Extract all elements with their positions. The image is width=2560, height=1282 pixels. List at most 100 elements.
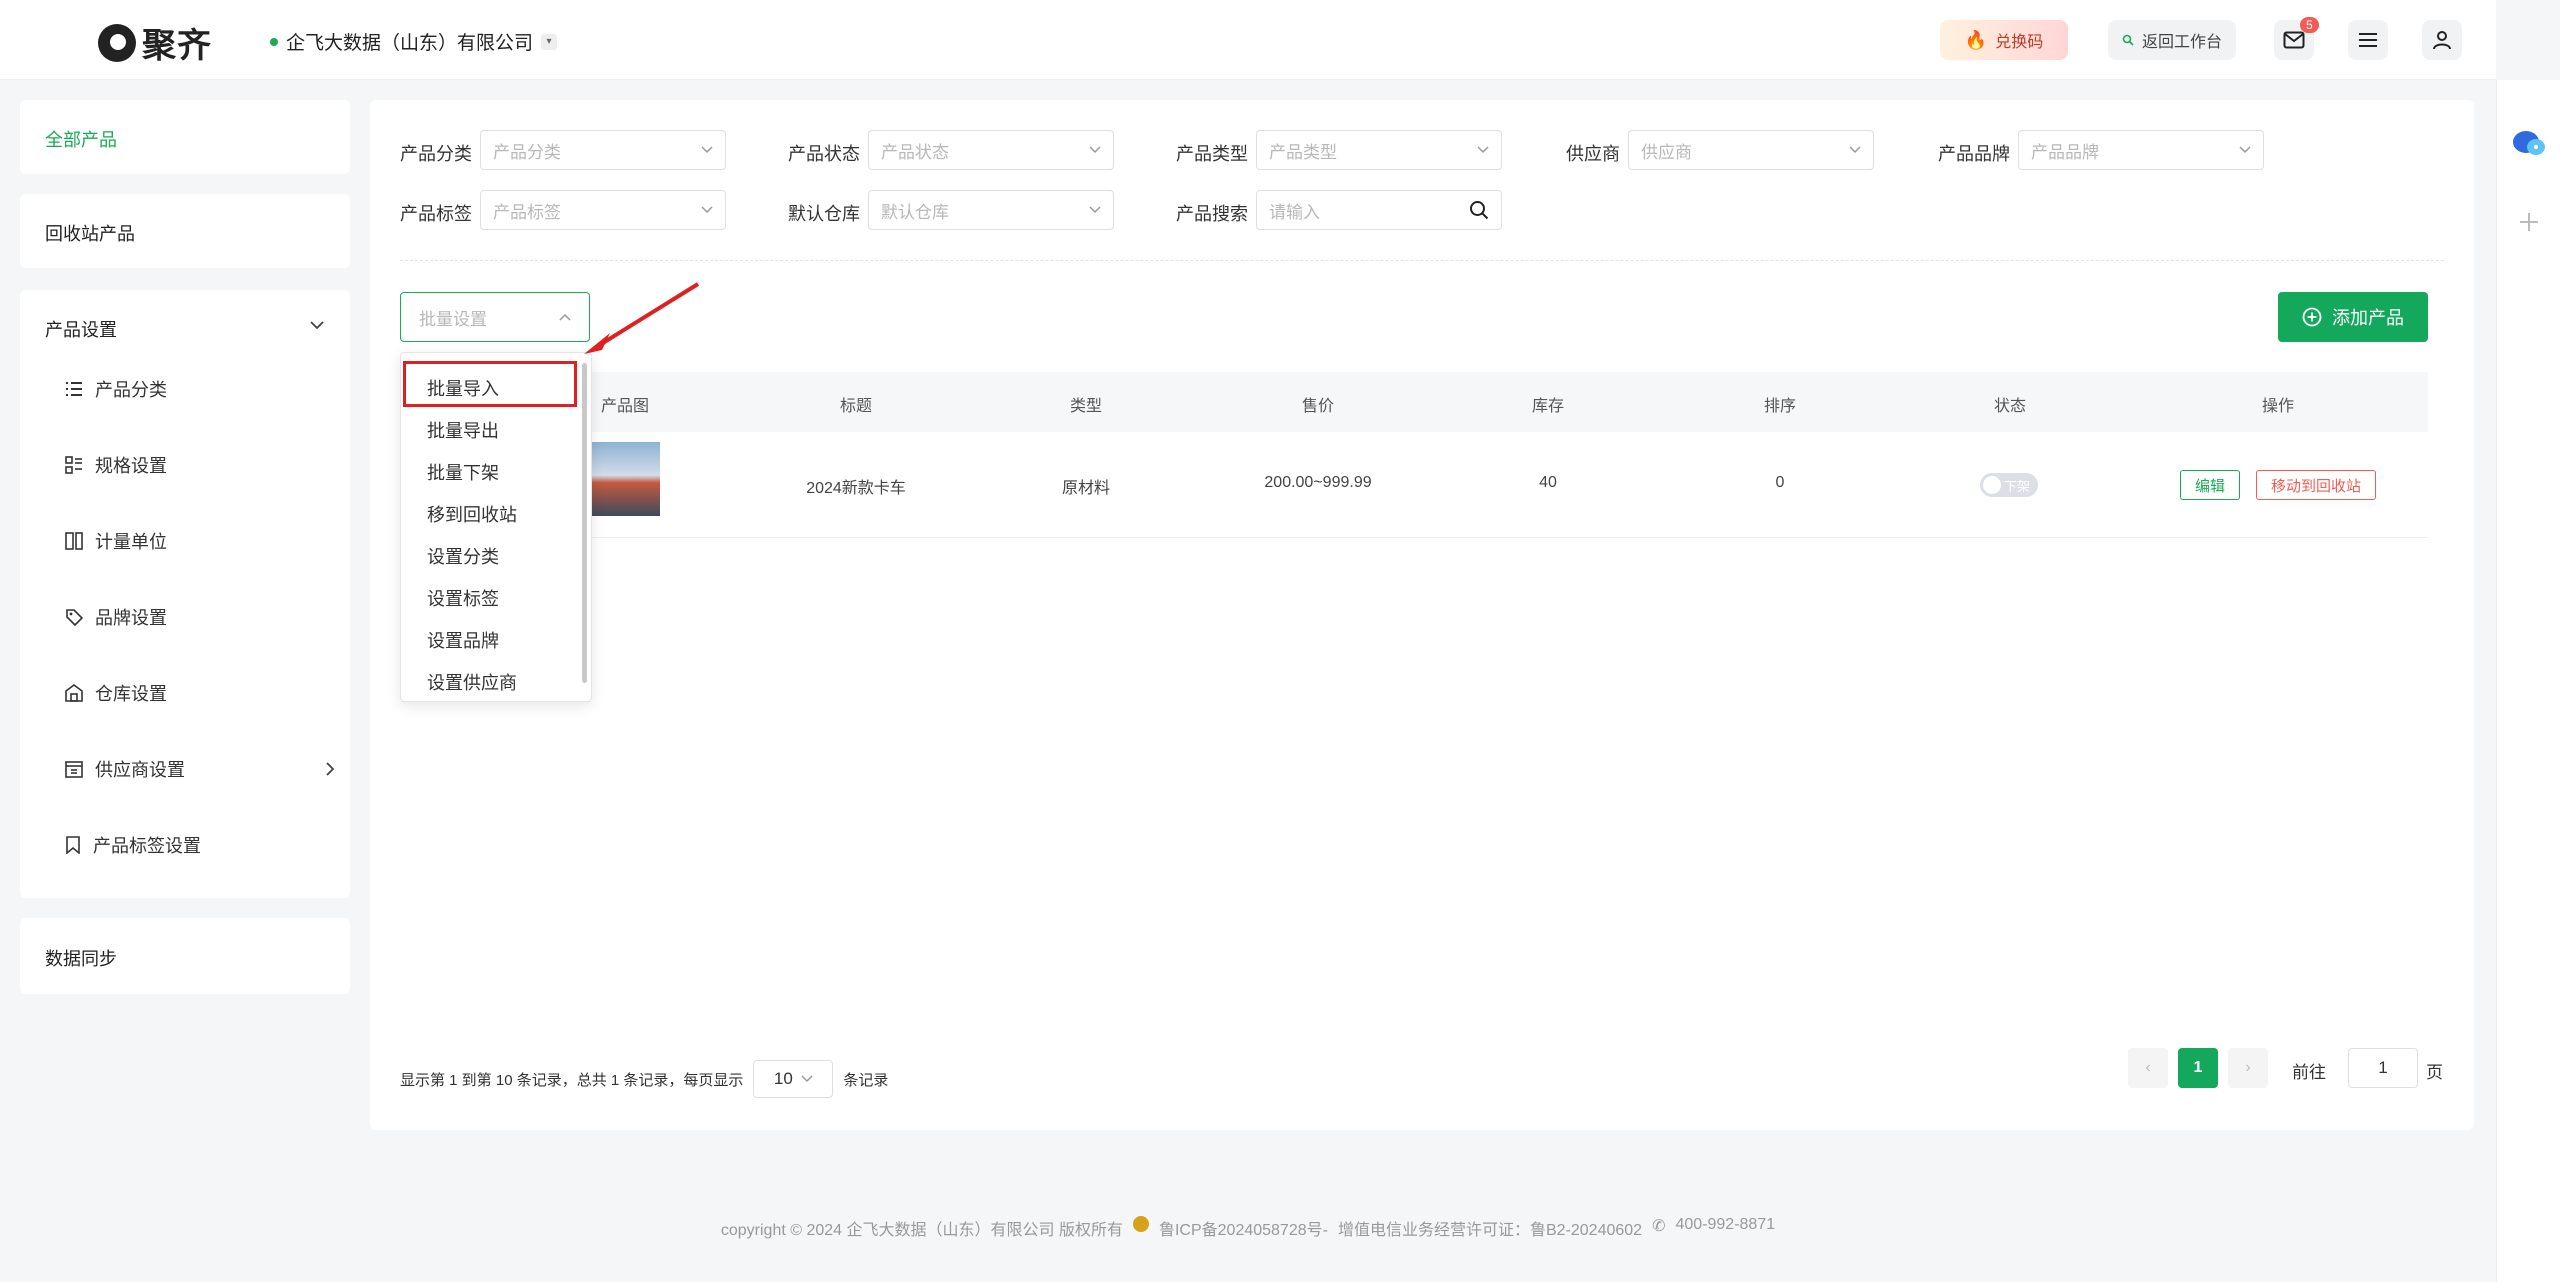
- filter-warehouse-select[interactable]: 默认仓库: [868, 190, 1114, 230]
- page-size-select[interactable]: 10: [753, 1060, 834, 1098]
- menu-item-batch-export[interactable]: 批量导出: [427, 417, 499, 443]
- menu-item-move-to-recycle[interactable]: 移到回收站: [427, 501, 517, 527]
- back-to-workbench-button[interactable]: 返回工作台: [2108, 20, 2236, 60]
- sidebar-item-unit[interactable]: 计量单位: [65, 528, 167, 554]
- menu-item-batch-offline[interactable]: 批量下架: [427, 459, 499, 485]
- logo-icon: [98, 23, 136, 62]
- arrow-annotation-icon: [584, 282, 700, 354]
- menu-item-set-brand[interactable]: 设置品牌: [427, 627, 499, 653]
- chevron-down-icon: [1089, 146, 1101, 154]
- sidebar-item-warehouse[interactable]: 仓库设置: [65, 680, 167, 706]
- filter-type-select[interactable]: 产品类型: [1256, 130, 1502, 170]
- spec-icon: [65, 456, 82, 474]
- column-header: 操作: [2261, 398, 2295, 415]
- company-switcher[interactable]: 企飞大数据（山东）有限公司 ▾: [270, 28, 558, 55]
- move-to-recycle-button[interactable]: 移动到回收站: [2256, 470, 2376, 500]
- main-panel: 产品分类 产品分类 产品状态 产品状态 产品类型 产品类型 供应商 供应商 产品…: [370, 100, 2474, 1130]
- filter-warehouse-label: 默认仓库: [788, 204, 860, 224]
- column-header: 类型: [1069, 398, 1103, 415]
- bookmark-icon: [66, 836, 80, 854]
- flame-icon: 🔥: [1964, 29, 1988, 50]
- sidebar-item-label: 仓库设置: [95, 684, 167, 704]
- list-icon: [66, 382, 82, 396]
- footer-phone: 400-992-8871: [1675, 1216, 1776, 1233]
- sidebar-item-spec[interactable]: 规格设置: [65, 452, 167, 478]
- filter-brand-select[interactable]: 产品品牌: [2018, 130, 2264, 170]
- goto-page-input[interactable]: 1: [2348, 1048, 2418, 1088]
- chat-assistant-button[interactable]: [2511, 126, 2547, 162]
- filter-search-label: 产品搜索: [1176, 204, 1248, 224]
- filter-tag-placeholder: 产品标签: [493, 202, 561, 222]
- sidebar-all-products[interactable]: 全部产品: [20, 100, 350, 174]
- filter-category-select[interactable]: 产品分类: [480, 130, 726, 170]
- column-header: 排序: [1763, 398, 1797, 415]
- filter-category-placeholder: 产品分类: [493, 142, 561, 162]
- chevron-down-icon[interactable]: [310, 320, 324, 330]
- product-search-input[interactable]: 请输入: [1256, 190, 1502, 230]
- cell-sort: 0: [1775, 474, 1785, 491]
- chevron-down-icon: ▾: [541, 33, 558, 50]
- sidebar-item-product-tag[interactable]: 产品标签设置: [65, 832, 201, 858]
- table-header: 产品图 标题 类型 售价 库存 排序 状态 操作: [400, 372, 2428, 432]
- add-product-button[interactable]: 添加产品: [2278, 292, 2428, 342]
- menu-item-set-category[interactable]: 设置分类: [427, 543, 499, 569]
- toggle-knob: [1983, 476, 2001, 494]
- filter-supplier-placeholder: 供应商: [1641, 142, 1692, 162]
- logo[interactable]: 聚齐: [98, 18, 212, 67]
- sidebar-item-label: 规格设置: [95, 456, 167, 476]
- column-header: 库存: [1531, 398, 1565, 415]
- status-dot-icon: [270, 37, 278, 46]
- page-suffix: 页: [2426, 1063, 2443, 1082]
- plus-icon: [2520, 213, 2538, 231]
- edit-button[interactable]: 编辑: [2180, 470, 2240, 500]
- status-toggle[interactable]: 下架: [1980, 473, 2038, 497]
- filter-status-select[interactable]: 产品状态: [868, 130, 1114, 170]
- menu-item-set-tag[interactable]: 设置标签: [427, 585, 499, 611]
- filter-tag-select[interactable]: 产品标签: [480, 190, 726, 230]
- dropdown-scrollbar[interactable]: [582, 363, 587, 683]
- filter-supplier-select[interactable]: 供应商: [1628, 130, 1874, 170]
- column-header: 标题: [839, 398, 873, 415]
- batch-settings-select[interactable]: 批量设置: [400, 292, 590, 342]
- prev-page-button[interactable]: ‹: [2128, 1048, 2168, 1088]
- plus-circle-icon: [2302, 307, 2322, 327]
- user-button[interactable]: [2422, 20, 2462, 60]
- sidebar-product-settings-title[interactable]: 产品设置: [45, 316, 117, 342]
- right-rail: [2496, 80, 2560, 1282]
- menu-icon: [2359, 33, 2377, 47]
- warehouse-icon: [65, 684, 83, 702]
- chevron-down-icon: [1477, 146, 1489, 154]
- sidebar-item-brand[interactable]: 品牌设置: [65, 604, 167, 630]
- chevron-up-icon: [559, 313, 571, 321]
- sidebar-item-data-sync: 数据同步: [45, 949, 117, 969]
- sidebar-item-all-products: 全部产品: [45, 130, 117, 150]
- sidebar-item-supplier[interactable]: 供应商设置: [65, 756, 335, 782]
- top-bar: 聚齐 企飞大数据（山东）有限公司 ▾ 🔥 兑换码 返回工作台 5: [0, 0, 2496, 80]
- redeem-label: 兑换码: [1995, 34, 2044, 51]
- sidebar-item-label: 计量单位: [95, 532, 167, 552]
- filter-supplier-label: 供应商: [1566, 144, 1620, 164]
- sidebar-item-label: 品牌设置: [95, 608, 167, 628]
- add-widget-button[interactable]: [2511, 204, 2547, 240]
- tag-icon: [66, 609, 83, 626]
- chevron-down-icon: [701, 206, 713, 214]
- company-name: 企飞大数据（山东）有限公司: [286, 33, 534, 54]
- goto-label: 前往: [2292, 1063, 2326, 1082]
- menu-item-batch-import[interactable]: 批量导入: [427, 375, 499, 401]
- search-placeholder: 请输入: [1269, 202, 1320, 222]
- sidebar-data-sync[interactable]: 数据同步: [20, 918, 350, 994]
- page-number-current[interactable]: 1: [2178, 1048, 2218, 1088]
- product-image[interactable]: [590, 442, 660, 516]
- menu-button[interactable]: [2348, 20, 2388, 60]
- sidebar-recycle-products[interactable]: 回收站产品: [20, 194, 350, 268]
- sidebar-item-category[interactable]: 产品分类: [65, 376, 167, 402]
- redeem-code-button[interactable]: 🔥 兑换码: [1940, 20, 2068, 60]
- chevron-right-icon: ›: [2245, 1059, 2251, 1076]
- footer-icp[interactable]: 鲁ICP备2024058728号-: [1159, 1216, 1328, 1240]
- next-page-button[interactable]: ›: [2228, 1048, 2268, 1088]
- sidebar-item-label: 产品分类: [95, 380, 167, 400]
- cell-type: 原材料: [1061, 480, 1111, 497]
- menu-item-set-supplier[interactable]: 设置供应商: [427, 669, 517, 695]
- search-icon[interactable]: [1469, 200, 1489, 220]
- filter-tag-label: 产品标签: [400, 204, 472, 224]
